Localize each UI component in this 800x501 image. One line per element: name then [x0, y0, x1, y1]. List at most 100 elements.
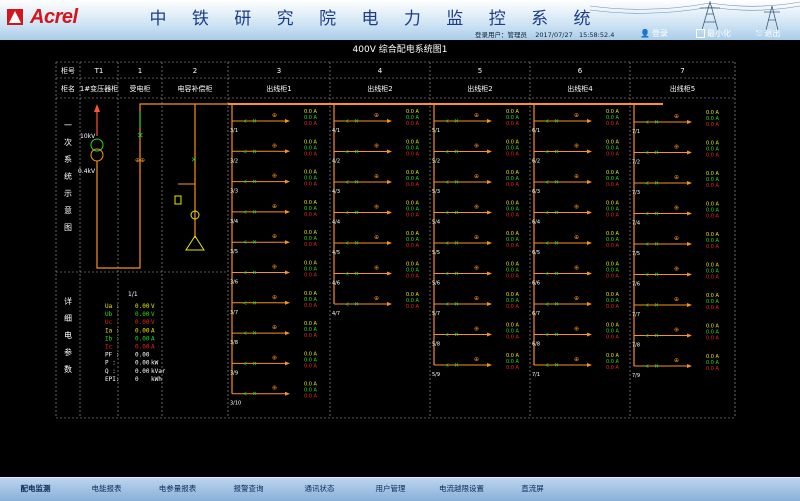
- feeder-circuit[interactable]: ≺ ✕⊕5/50.0 A0.0 A0.0 A: [432, 231, 520, 256]
- system-title: 中 铁 研 究 院 电 力 监 控 系 统: [149, 9, 601, 29]
- feeder-breaker-icon: ≺: [242, 360, 247, 367]
- incomer-switch-icon: ✕: [137, 131, 144, 140]
- cabinet-name[interactable]: 受电柜: [130, 84, 151, 93]
- feeder-circuit[interactable]: ≺ ✕⊕5/20.0 A0.0 A0.0 A: [432, 140, 520, 165]
- cabinet-name[interactable]: 出线柜5: [670, 84, 695, 93]
- feeder-circuit[interactable]: ≺ ✕⊕7/20.0 A0.0 A0.0 A: [632, 141, 720, 166]
- feeder-circuit[interactable]: ≺ ✕⊕3/100.0 A0.0 A0.0 A: [230, 382, 318, 407]
- feeder-circuit[interactable]: ≺ ✕⊕5/70.0 A0.0 A0.0 A: [432, 292, 520, 317]
- nav-item[interactable]: 电流越限设置: [426, 478, 497, 501]
- feeder-ct-icon: ⊕: [474, 173, 479, 180]
- feeder-switch-icon: ✕: [252, 179, 257, 186]
- feeder-breaker-icon: ≺: [644, 180, 649, 187]
- feeder-circuit[interactable]: ≺ ✕⊕3/30.0 A0.0 A0.0 A: [230, 170, 318, 195]
- feeder-circuit[interactable]: ≺ ✕⊕6/50.0 A0.0 A0.0 A: [532, 231, 620, 256]
- feeder-switch-icon: ✕: [554, 301, 559, 308]
- feeder-ct-icon: ⊕: [374, 204, 379, 211]
- feeder-circuit[interactable]: ≺ ✕⊕7/80.0 A0.0 A0.0 A: [632, 324, 720, 349]
- feeder-circuit[interactable]: ≺ ✕⊕6/20.0 A0.0 A0.0 A: [532, 140, 620, 165]
- feeder-circuit[interactable]: ≺ ✕⊕6/60.0 A0.0 A0.0 A: [532, 262, 620, 287]
- cabinet-no: 4: [378, 67, 383, 75]
- feeder-circuit[interactable]: ≺ ✕⊕7/90.0 A0.0 A0.0 A: [632, 354, 720, 379]
- feeder-circuit[interactable]: ≺ ✕⊕4/50.0 A0.0 A0.0 A: [332, 231, 420, 256]
- login-info: 登录用户：管理员 2017/07/27 15:58:52.4: [475, 31, 615, 39]
- feeder-circuit[interactable]: ≺ ✕⊕4/10.0 A0.0 A0.0 A: [332, 109, 420, 134]
- cabinet-name[interactable]: 电容补偿柜: [178, 84, 213, 93]
- feeder-label: 4/3: [332, 189, 340, 195]
- feeder-circuit[interactable]: ≺ ✕⊕4/70.0 A0.0 A0.0 A: [332, 292, 420, 317]
- feeder-circuit[interactable]: ≺ ✕⊕7/30.0 A0.0 A0.0 A: [632, 171, 720, 196]
- feeder-ct-icon: ⊕: [272, 173, 277, 180]
- feeder-circuit[interactable]: ≺ ✕⊕5/60.0 A0.0 A0.0 A: [432, 262, 520, 287]
- nav-item[interactable]: 电能报表: [71, 478, 142, 501]
- feeder-circuit[interactable]: ≺ ✕⊕6/70.0 A0.0 A0.0 A: [532, 292, 620, 317]
- feeder-label: 3/6: [230, 280, 238, 286]
- feeder-circuit[interactable]: ≺ ✕⊕5/30.0 A0.0 A0.0 A: [432, 170, 520, 195]
- feeder-switch-icon: ✕: [454, 179, 459, 186]
- feeder-circuit[interactable]: ≺ ✕⊕6/30.0 A0.0 A0.0 A: [532, 170, 620, 195]
- current-time: 15:58:52.4: [578, 31, 615, 39]
- login-button[interactable]: 👤 登录: [640, 28, 668, 39]
- feeder-circuit[interactable]: ≺ ✕⊕3/70.0 A0.0 A0.0 A: [230, 291, 318, 316]
- feeder-circuit[interactable]: ≺ ✕⊕7/10.0 A0.0 A0.0 A: [532, 353, 620, 378]
- feeder-ct-icon: ⊕: [374, 295, 379, 302]
- feeder-circuit[interactable]: ≺ ✕⊕4/30.0 A0.0 A0.0 A: [332, 170, 420, 195]
- feeder-circuit[interactable]: ≺ ✕⊕7/70.0 A0.0 A0.0 A: [632, 293, 720, 318]
- feeder-circuit[interactable]: ≺ ✕⊕3/20.0 A0.0 A0.0 A: [230, 139, 318, 164]
- feeder-circuit[interactable]: ≺ ✕⊕3/40.0 A0.0 A0.0 A: [230, 200, 318, 225]
- feeder-label: 6/2: [532, 159, 540, 165]
- nav-item[interactable]: 配电监测: [0, 478, 71, 501]
- cabinet-name[interactable]: 出线柜4: [567, 84, 593, 93]
- feeder-circuit[interactable]: ≺ ✕⊕5/10.0 A0.0 A0.0 A: [432, 109, 520, 134]
- feeder-circuit[interactable]: ≺ ✕⊕4/40.0 A0.0 A0.0 A: [332, 201, 420, 226]
- feeder-circuit[interactable]: ≺ ✕⊕7/10.0 A0.0 A0.0 A: [632, 110, 720, 135]
- side-label-detail-char: 详: [64, 296, 72, 306]
- feeder-current-reading: 0.0 A: [606, 304, 620, 310]
- minimize-button[interactable]: 最小化: [696, 28, 731, 39]
- feeder-circuit[interactable]: ≺ ✕⊕5/40.0 A0.0 A0.0 A: [432, 201, 520, 226]
- exit-button[interactable]: ⎋ 退出: [756, 28, 780, 39]
- feeder-circuit[interactable]: ≺ ✕⊕3/80.0 A0.0 A0.0 A: [230, 321, 318, 346]
- feeder-current-reading: 0.0 A: [506, 304, 520, 310]
- acrel-logo: Acrel: [6, 6, 78, 28]
- feeder-circuit[interactable]: ≺ ✕⊕5/80.0 A0.0 A0.0 A: [432, 323, 520, 348]
- nav-item[interactable]: 通讯状态: [284, 478, 355, 501]
- param-value: 0.00: [135, 344, 150, 351]
- login-icon: 👤: [640, 29, 650, 38]
- feeder-circuit[interactable]: ≺ ✕⊕3/60.0 A0.0 A0.0 A: [230, 261, 318, 286]
- feeder-current-reading: 0.0 A: [606, 182, 620, 188]
- feeder-ct-icon: ⊕: [674, 205, 679, 212]
- feeder-circuit[interactable]: ≺ ✕⊕6/80.0 A0.0 A0.0 A: [532, 323, 620, 348]
- feeder-circuit[interactable]: ≺ ✕⊕7/50.0 A0.0 A0.0 A: [632, 232, 720, 257]
- feeder-circuit[interactable]: ≺ ✕⊕7/60.0 A0.0 A0.0 A: [632, 263, 720, 288]
- cabinet-name[interactable]: 1#变压器柜: [80, 84, 118, 93]
- cabinet-name[interactable]: 出线柜1: [266, 84, 291, 93]
- feeder-circuit[interactable]: ≺ ✕⊕7/40.0 A0.0 A0.0 A: [632, 202, 720, 227]
- cabinet-name[interactable]: 出线柜2: [367, 84, 392, 93]
- feeder-switch-icon: ✕: [454, 301, 459, 308]
- feeder-circuit[interactable]: ≺ ✕⊕6/10.0 A0.0 A0.0 A: [532, 109, 620, 134]
- feeder-circuit[interactable]: ≺ ✕⊕4/60.0 A0.0 A0.0 A: [332, 262, 420, 287]
- feeder-circuit[interactable]: ≺ ✕⊕5/90.0 A0.0 A0.0 A: [432, 353, 520, 378]
- param-unit: A: [151, 327, 155, 334]
- cabinet-no: 5: [478, 67, 482, 75]
- feeder-label: 7/9: [632, 373, 640, 379]
- cabinet-name[interactable]: 出线柜2: [467, 84, 492, 93]
- feeder-breaker-icon: ≺: [444, 332, 449, 339]
- feeder-circuit[interactable]: ≺ ✕⊕3/10.0 A0.0 A0.0 A: [230, 109, 318, 134]
- feeder-ct-icon: ⊕: [574, 326, 579, 333]
- feeder-circuit[interactable]: ≺ ✕⊕3/90.0 A0.0 A0.0 A: [230, 351, 318, 376]
- nav-item[interactable]: 电参量报表: [142, 478, 213, 501]
- feeder-ct-icon: ⊕: [674, 296, 679, 303]
- param-value: 0.00: [135, 303, 150, 310]
- nav-item[interactable]: 直流屏: [497, 478, 568, 501]
- feeder-current-reading: 0.0 A: [406, 182, 420, 188]
- nav-item[interactable]: 用户管理: [355, 478, 426, 501]
- param-value: 0.00: [135, 368, 150, 375]
- feeder-circuit[interactable]: ≺ ✕⊕6/40.0 A0.0 A0.0 A: [532, 201, 620, 226]
- param-name: PF :: [105, 352, 119, 359]
- nav-item[interactable]: 报警查询: [213, 478, 284, 501]
- feeder-circuit[interactable]: ≺ ✕⊕3/50.0 A0.0 A0.0 A: [230, 230, 318, 255]
- logo-mark-icon: [7, 9, 23, 25]
- feeder-circuit[interactable]: ≺ ✕⊕4/20.0 A0.0 A0.0 A: [332, 140, 420, 165]
